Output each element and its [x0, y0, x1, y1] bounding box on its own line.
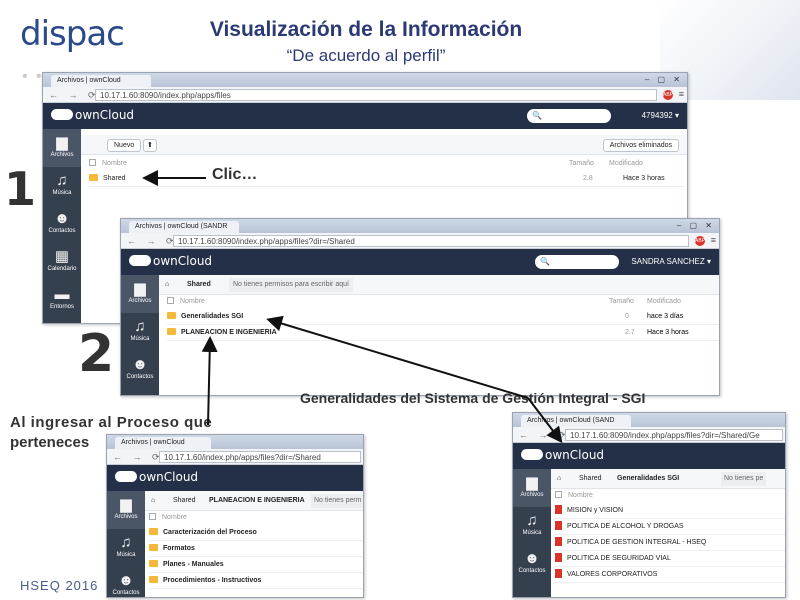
- arrow-to-generalidades: [266, 315, 529, 399]
- arrow-sgi-to-window4: [527, 397, 563, 444]
- arrow-to-planeacion: [201, 336, 218, 426]
- footer-label: HSEQ 2016: [20, 578, 99, 593]
- annotation-arrows: [142, 170, 563, 444]
